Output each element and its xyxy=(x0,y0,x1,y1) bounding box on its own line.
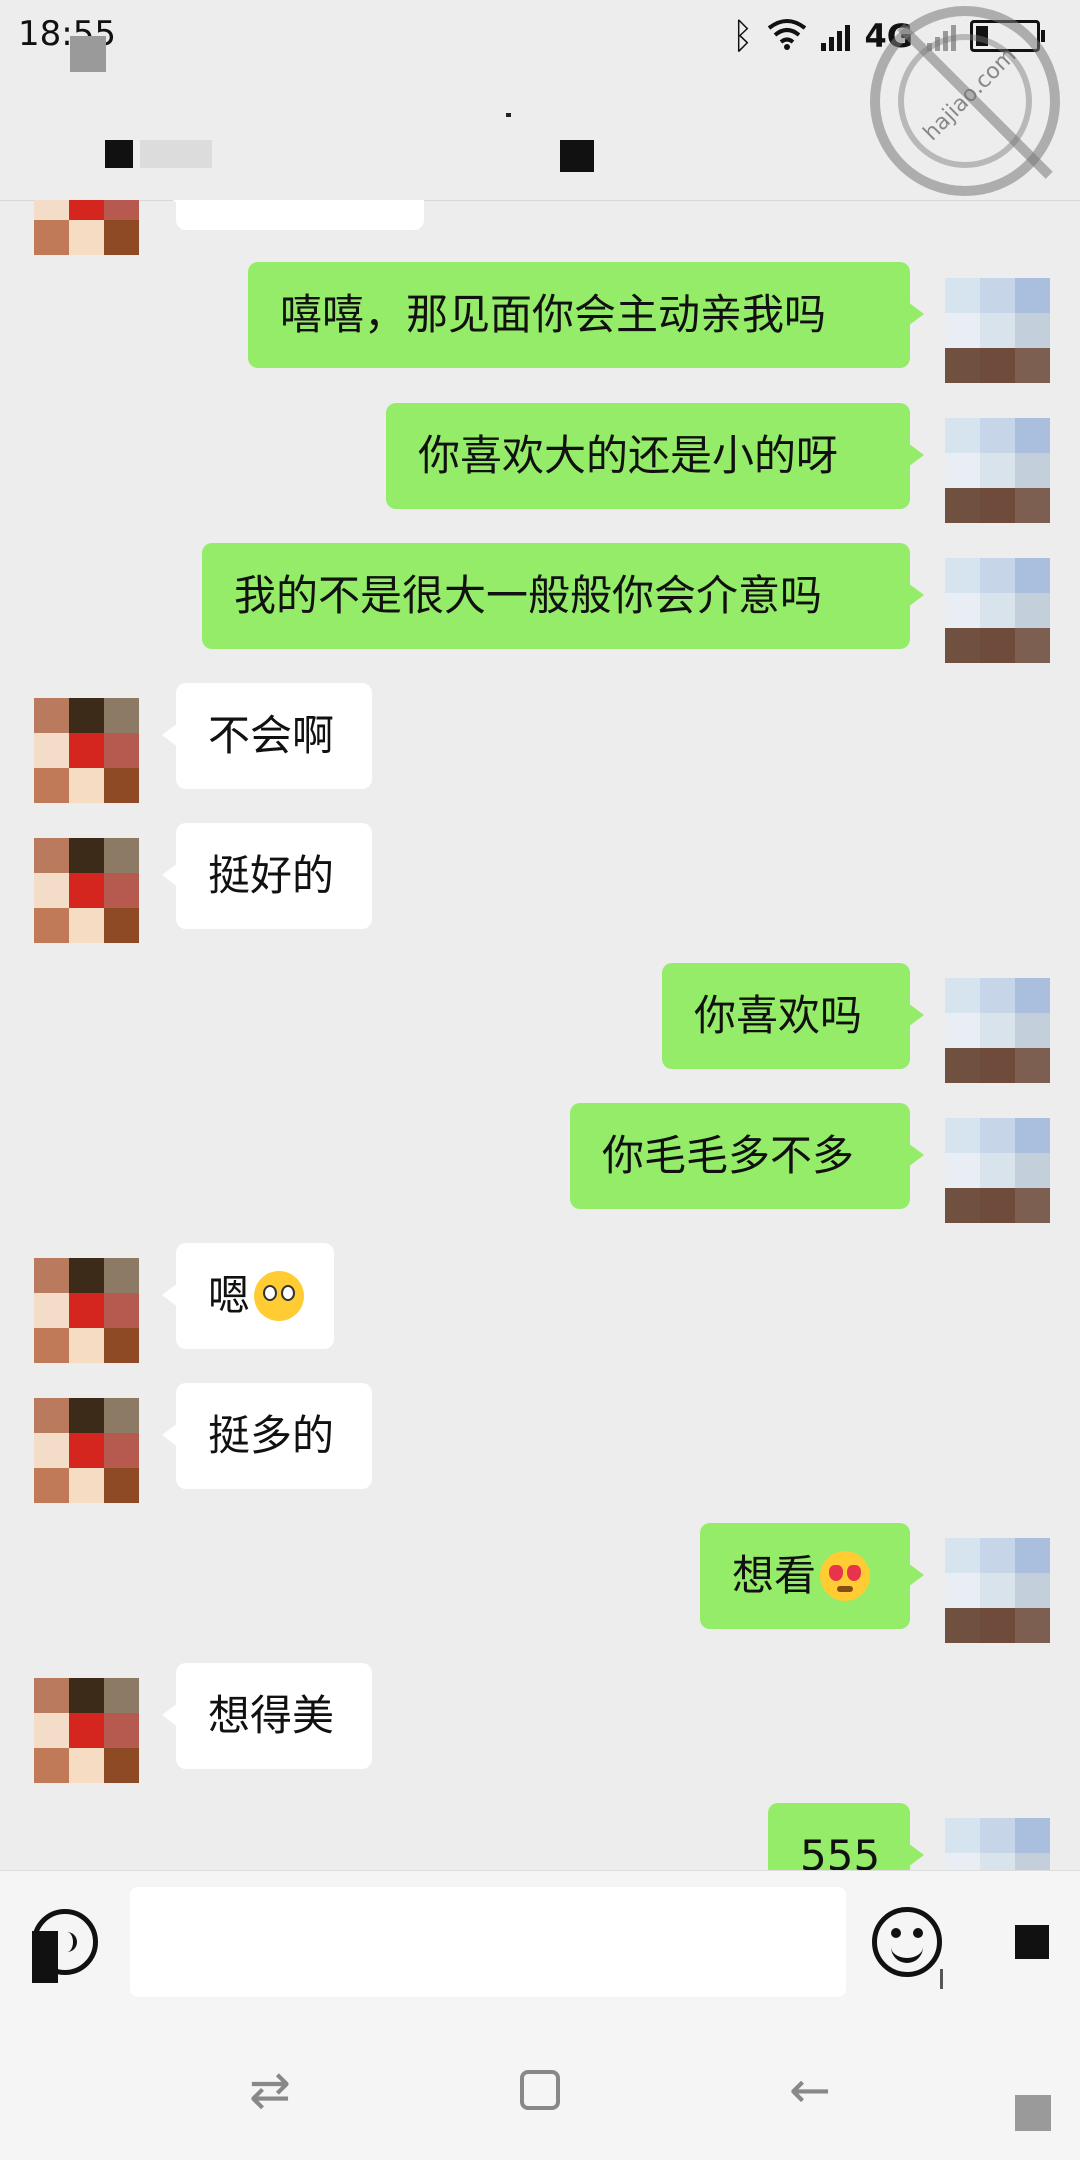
message-text: 嗯 xyxy=(208,1271,251,1320)
input-caret xyxy=(940,1969,943,1989)
message-bubble-incoming[interactable]: 想得美 xyxy=(162,1663,372,1769)
message-input[interactable] xyxy=(130,1887,846,1997)
message-bubble-outgoing[interactable]: 你喜欢吗 xyxy=(662,963,924,1069)
message-bubble-incoming[interactable]: 不会啊 xyxy=(162,683,372,789)
blurred-notification-icon xyxy=(70,36,106,72)
redacted-contact-name xyxy=(560,140,594,172)
emoji-picker-icon[interactable] xyxy=(872,1907,942,1977)
system-nav-bar: ⇄ ← xyxy=(0,2015,1080,2160)
my-avatar[interactable] xyxy=(945,1818,1050,1870)
contact-avatar[interactable] xyxy=(34,698,139,803)
message-bubble-incoming[interactable]: 挺好的 xyxy=(162,823,372,929)
contact-avatar[interactable] xyxy=(34,1398,139,1503)
heart-eyes-emoji-icon xyxy=(820,1550,871,1601)
my-avatar[interactable] xyxy=(945,978,1050,1083)
more-options-button[interactable] xyxy=(1015,1925,1049,1959)
blurred-unread-count xyxy=(140,140,212,168)
my-avatar[interactable] xyxy=(945,558,1050,663)
chat-input-bar xyxy=(0,1870,1080,2016)
flushed-face-emoji-icon xyxy=(254,1270,305,1321)
message-text: 想看 xyxy=(732,1551,817,1600)
home-icon[interactable] xyxy=(520,2070,560,2110)
contact-avatar[interactable] xyxy=(34,1258,139,1363)
message-bubble-outgoing[interactable]: 你喜欢大的还是小的呀 xyxy=(386,403,924,509)
message-bubble-incoming[interactable]: 嗯 xyxy=(162,1243,334,1349)
message-bubble-outgoing[interactable]: 555 xyxy=(768,1803,924,1870)
message-list[interactable]: 嘻嘻，那见面你会主动亲我吗 你喜欢大的还是小的呀 我的不是很大一般般你会介意吗 … xyxy=(0,200,1080,1870)
wifi-icon xyxy=(767,18,807,54)
my-avatar[interactable] xyxy=(945,1118,1050,1223)
contact-avatar[interactable] xyxy=(34,1678,139,1783)
blurred-corner-icon xyxy=(1015,2095,1051,2131)
back-button[interactable] xyxy=(105,140,133,168)
contact-avatar[interactable] xyxy=(34,838,139,943)
recent-apps-icon[interactable]: ⇄ xyxy=(240,2060,300,2120)
my-avatar[interactable] xyxy=(945,418,1050,523)
bluetooth-icon: ᛒ xyxy=(731,15,754,57)
message-bubble-outgoing[interactable]: 我的不是很大一般般你会介意吗 xyxy=(202,543,924,649)
voice-icon-mask xyxy=(32,1931,58,1983)
message-bubble-outgoing[interactable]: 嘻嘻，那见面你会主动亲我吗 xyxy=(248,262,924,368)
contact-avatar[interactable] xyxy=(34,200,139,255)
message-bubble-outgoing[interactable]: 想看 xyxy=(700,1523,924,1629)
message-bubble-incoming[interactable]: 挺多的 xyxy=(162,1383,372,1489)
my-avatar[interactable] xyxy=(945,278,1050,383)
back-arrow-icon[interactable]: ← xyxy=(780,2060,840,2120)
my-avatar[interactable] xyxy=(945,1538,1050,1643)
message-bubble-outgoing[interactable]: 你毛毛多不多 xyxy=(570,1103,924,1209)
site-watermark: hajiao.com xyxy=(870,6,1060,196)
signal-icon xyxy=(821,21,851,51)
title-dot xyxy=(506,113,511,117)
message-bubble-partial xyxy=(162,200,424,230)
